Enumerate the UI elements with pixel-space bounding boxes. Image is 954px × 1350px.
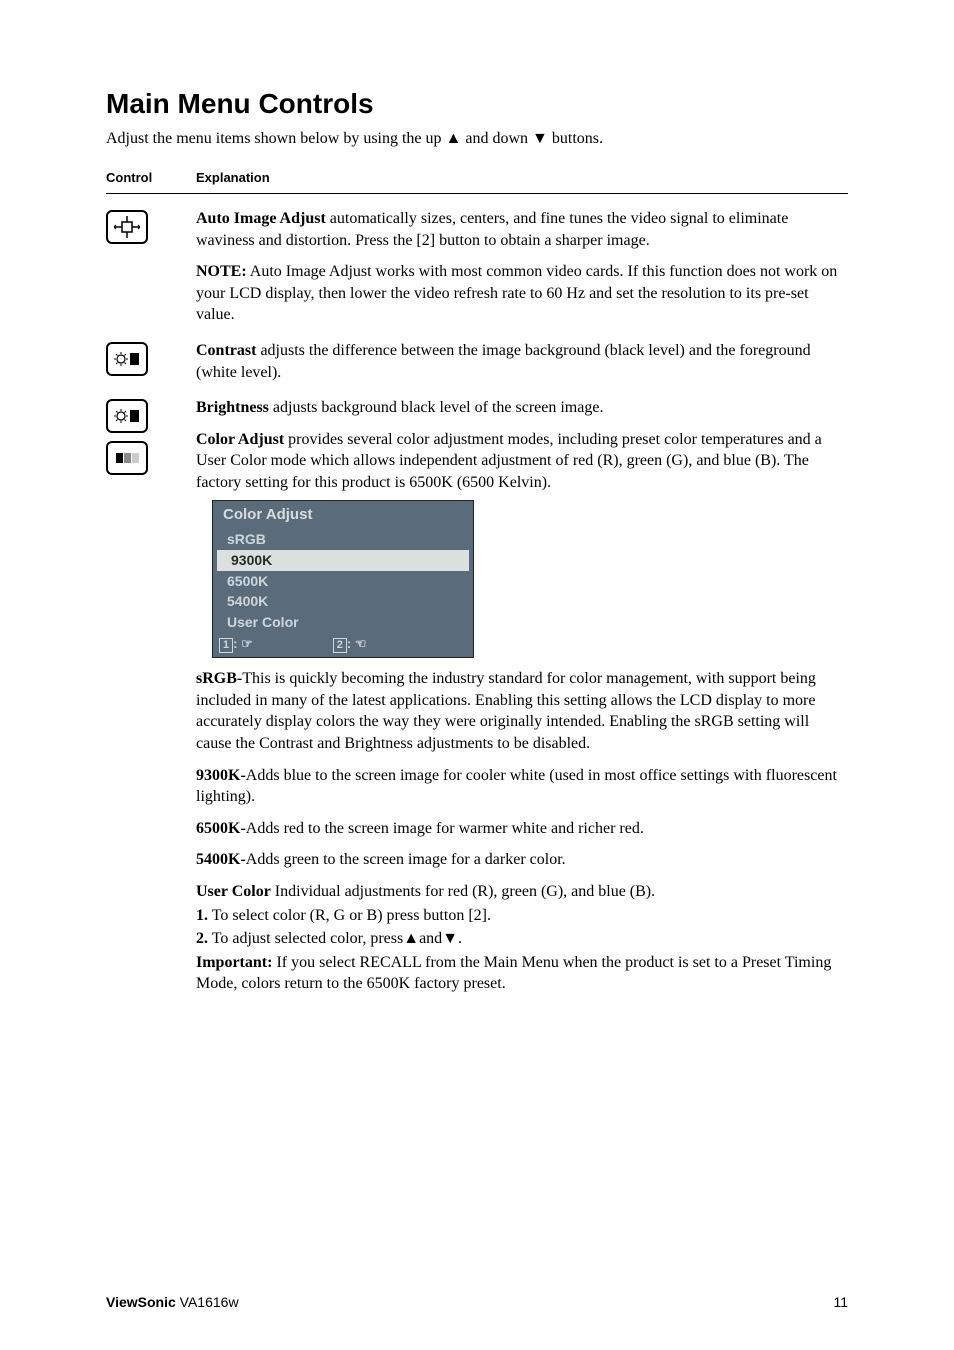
srgb-label: sRGB- bbox=[196, 670, 242, 687]
contrast-text: adjusts the difference between the image… bbox=[196, 342, 811, 381]
6500k-text: Adds red to the screen image for warmer … bbox=[246, 820, 644, 837]
6500k-label: 6500K- bbox=[196, 820, 246, 837]
section-brightness-color: Brightness adjusts background black leve… bbox=[106, 397, 848, 995]
text-col: Auto Image Adjust automatically sizes, c… bbox=[196, 208, 848, 326]
osd-title: Color Adjust bbox=[213, 501, 473, 529]
step1-label: 1. bbox=[196, 907, 208, 924]
user-color-label: User Color bbox=[196, 883, 271, 900]
osd-key-2: 2: ☜ bbox=[333, 635, 367, 653]
srgb-text: This is quickly becoming the industry st… bbox=[196, 670, 816, 752]
osd-item-user-color: User Color bbox=[213, 612, 473, 633]
page-title: Main Menu Controls bbox=[106, 88, 848, 120]
note-label: NOTE: bbox=[196, 263, 247, 280]
9300k-text: Adds blue to the screen image for cooler… bbox=[196, 767, 837, 806]
icon-col bbox=[106, 340, 196, 383]
step2-and: and bbox=[419, 930, 442, 947]
osd-key2-box: 2 bbox=[333, 638, 347, 653]
auto-image-icon bbox=[106, 210, 148, 244]
osd-exit-icon: : ☞ bbox=[233, 636, 253, 651]
icon-col bbox=[106, 208, 196, 326]
header-control: Control bbox=[106, 170, 196, 185]
contrast-label: Contrast bbox=[196, 342, 256, 359]
section-auto-image: Auto Image Adjust automatically sizes, c… bbox=[106, 208, 848, 326]
step2-down-arrow-icon: ▼ bbox=[442, 930, 458, 947]
intro-mid: and down bbox=[461, 130, 532, 147]
step2-label: 2. bbox=[196, 930, 208, 947]
intro-after: buttons. bbox=[548, 130, 603, 147]
osd-color-adjust-menu: Color Adjust sRGB 9300K 6500K 5400K User… bbox=[212, 500, 474, 659]
5400k-text: Adds green to the screen image for a dar… bbox=[246, 851, 566, 868]
step1-text: To select color (R, G or B) press button… bbox=[208, 907, 491, 924]
osd-back-icon: : ☜ bbox=[347, 636, 367, 651]
5400k-label: 5400K- bbox=[196, 851, 246, 868]
important-label: Important: bbox=[196, 954, 272, 971]
page-footer: ViewSonic VA1616w 11 bbox=[106, 1294, 848, 1310]
important-text: If you select RECALL from the Main Menu … bbox=[196, 954, 831, 993]
text-col: Contrast adjusts the difference between … bbox=[196, 340, 848, 383]
osd-item-5400k: 5400K bbox=[213, 591, 473, 612]
text-col: Brightness adjusts background black leve… bbox=[196, 397, 848, 995]
footer-model: VA1616w bbox=[176, 1294, 239, 1310]
color-adjust-text: provides several color adjustment modes,… bbox=[196, 431, 822, 491]
osd-key-1: 1: ☞ bbox=[219, 635, 253, 653]
osd-item-9300k: 9300K bbox=[217, 550, 469, 571]
osd-key1-box: 1 bbox=[219, 638, 233, 653]
note-text: Auto Image Adjust works with most common… bbox=[196, 263, 837, 323]
osd-item-6500k: 6500K bbox=[213, 571, 473, 592]
footer-page: 11 bbox=[833, 1294, 848, 1310]
step2-up-arrow-icon: ▲ bbox=[403, 930, 419, 947]
9300k-label: 9300K- bbox=[196, 767, 246, 784]
osd-footer: 1: ☞ 2: ☜ bbox=[213, 633, 473, 657]
brightness-text: adjusts background black level of the sc… bbox=[269, 399, 604, 416]
auto-image-label: Auto Image Adjust bbox=[196, 210, 326, 227]
icon-col bbox=[106, 397, 196, 995]
table-header: Control Explanation bbox=[106, 170, 848, 194]
brightness-label: Brightness bbox=[196, 399, 269, 416]
footer-left: ViewSonic VA1616w bbox=[106, 1294, 239, 1310]
osd-item-srgb: sRGB bbox=[213, 529, 473, 550]
intro-before: Adjust the menu items shown below by usi… bbox=[106, 130, 446, 147]
step2-pre: To adjust selected color, press bbox=[208, 930, 403, 947]
step2-dot: . bbox=[458, 930, 462, 947]
contrast-icon bbox=[106, 342, 148, 376]
section-contrast: Contrast adjusts the difference between … bbox=[106, 340, 848, 383]
color-adjust-label: Color Adjust bbox=[196, 431, 284, 448]
brightness-icon bbox=[106, 399, 148, 433]
footer-brand: ViewSonic bbox=[106, 1294, 176, 1310]
intro-text: Adjust the menu items shown below by usi… bbox=[106, 130, 848, 148]
down-arrow-icon: ▼ bbox=[532, 130, 548, 147]
user-color-text: Individual adjustments for red (R), gree… bbox=[271, 883, 655, 900]
header-explanation: Explanation bbox=[196, 170, 848, 185]
up-arrow-icon: ▲ bbox=[446, 130, 462, 147]
color-adjust-icon bbox=[106, 441, 148, 475]
